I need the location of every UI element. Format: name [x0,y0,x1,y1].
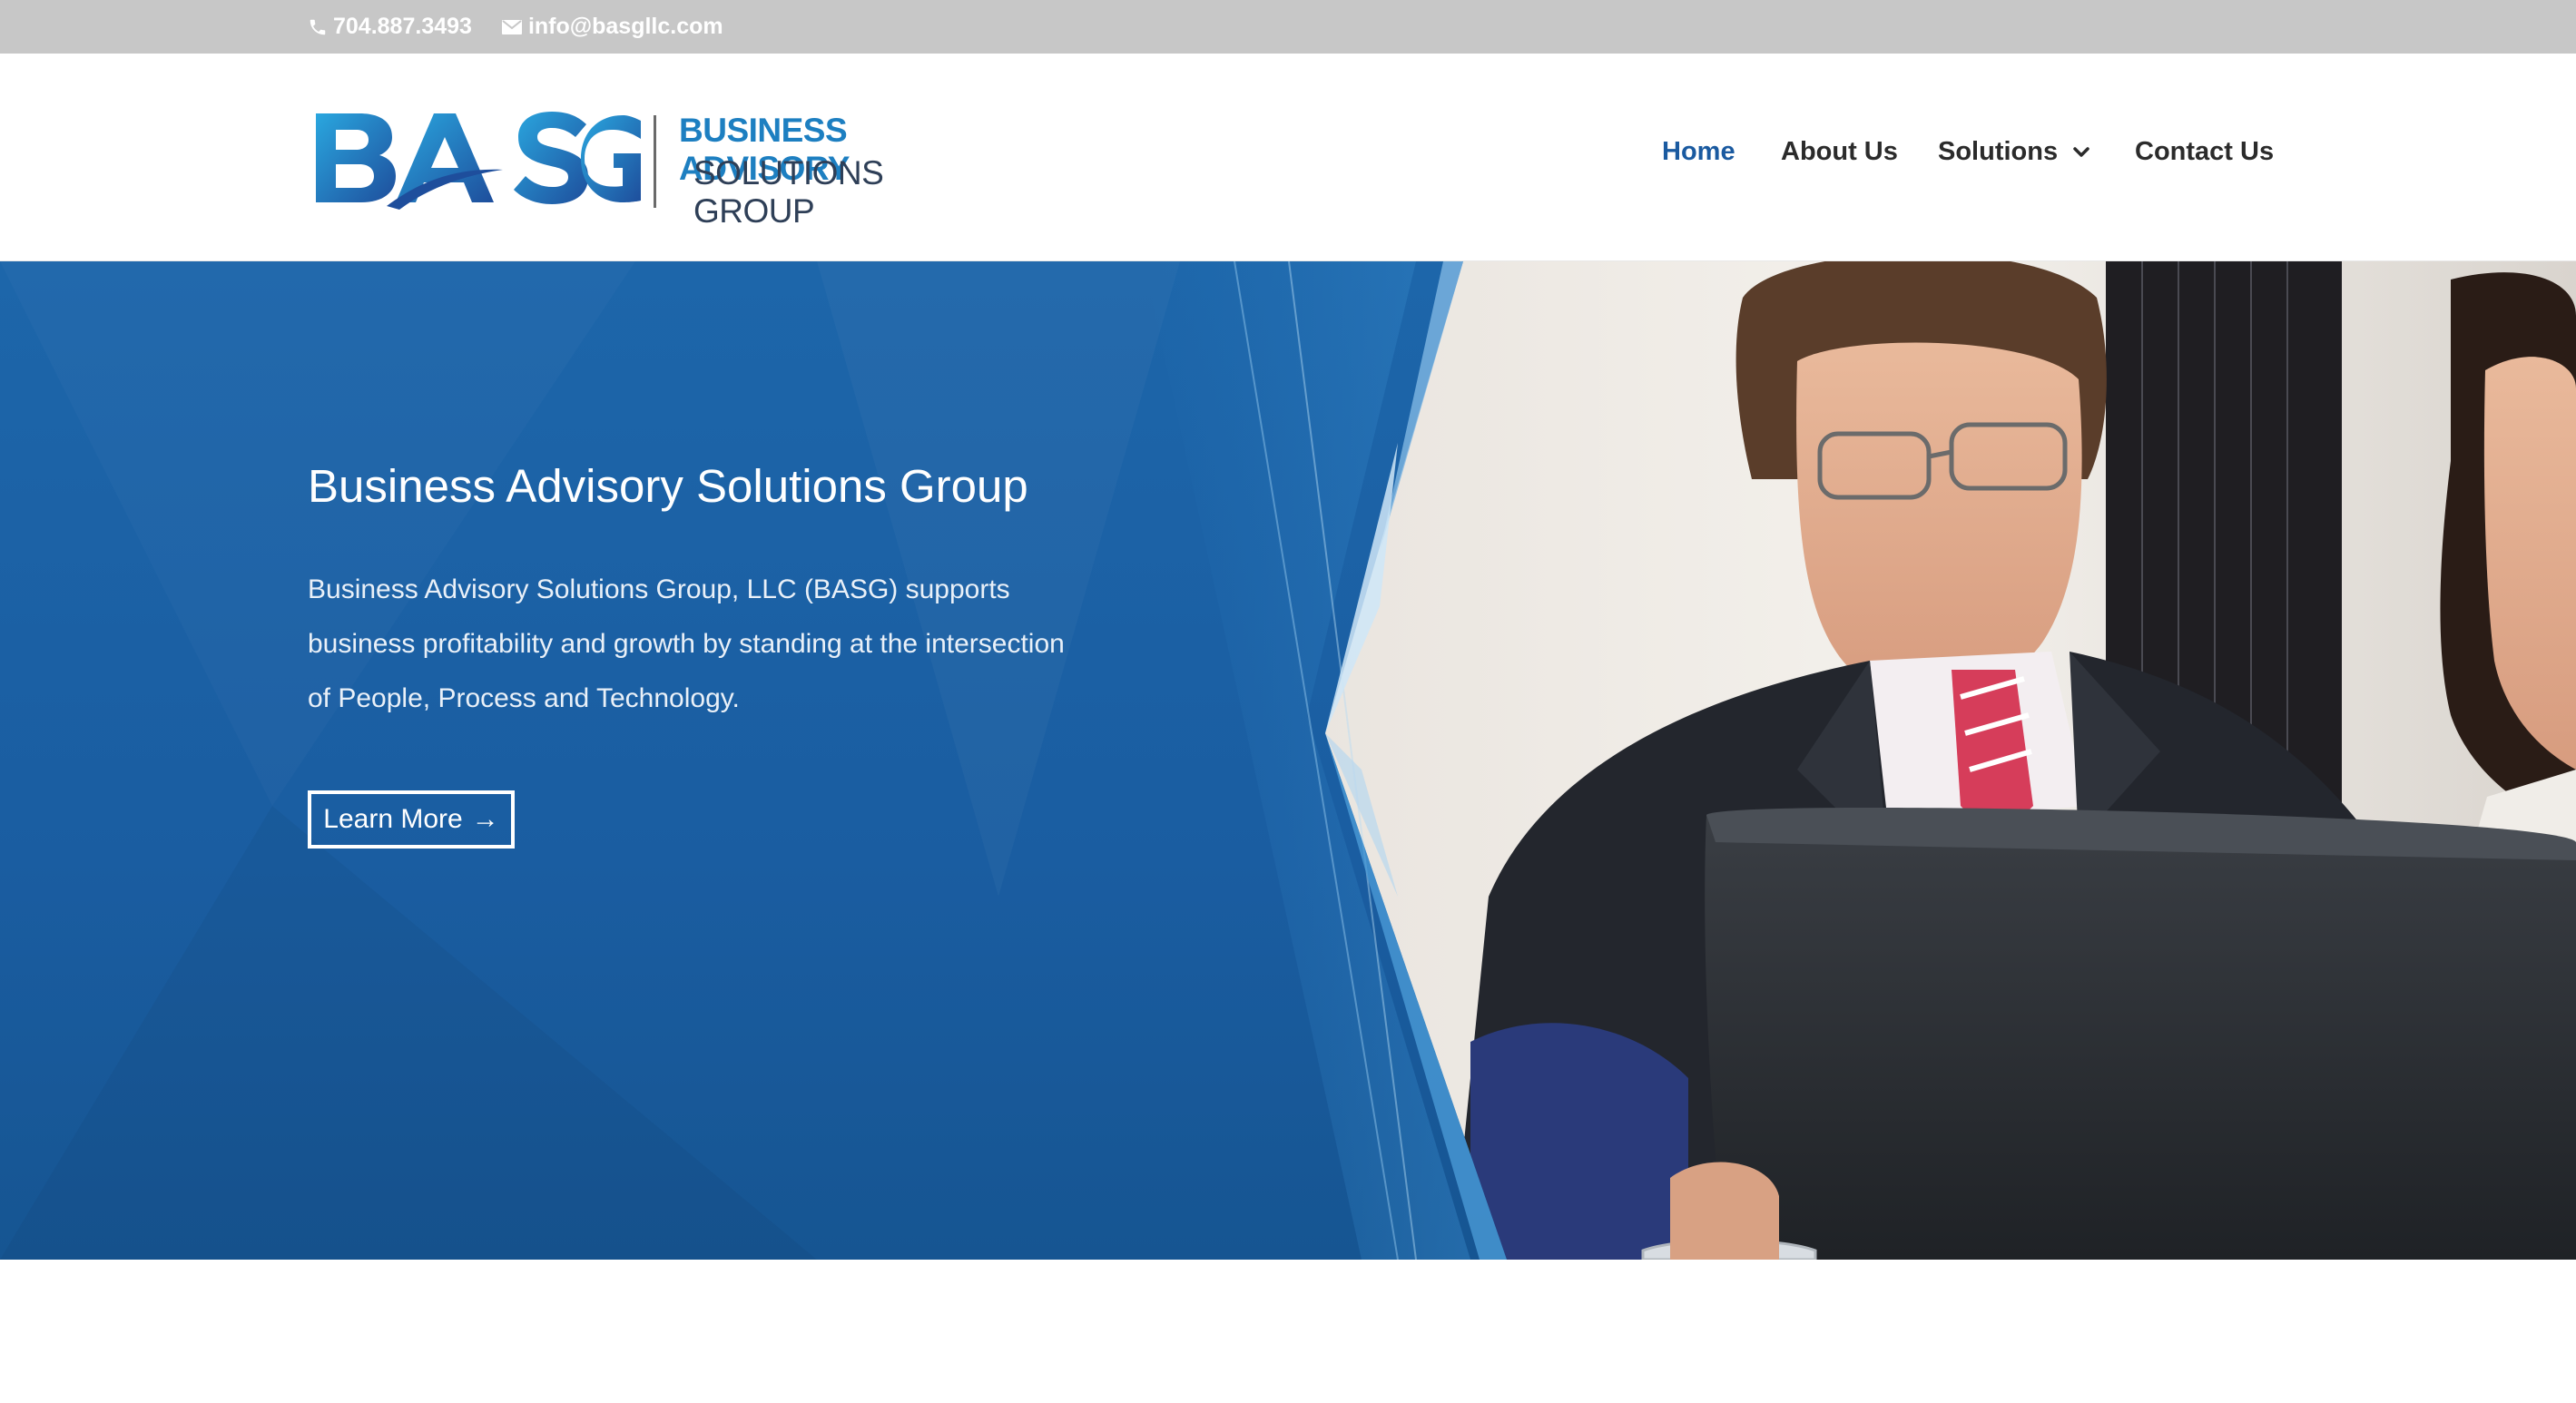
nav-item-contact-us[interactable]: Contact Us [2135,137,2274,167]
nav-item-home[interactable]: Home [1662,137,1735,167]
learn-more-button[interactable]: Learn More → [308,790,515,849]
hero-blue-panel [0,261,1507,1260]
hero-description-line: of People, Process and Technology. [308,683,740,713]
hero-section: Business Advisory Solutions Group Busine… [0,261,2576,1260]
arrow-right-icon: → [471,804,499,834]
phone-number: 704.887.3493 [333,14,472,39]
learn-more-label: Learn More [323,804,463,834]
topbar-email[interactable]: info@basgllc.com [501,14,723,40]
top-utility-bar: 704.887.3493 info@basgllc.com [0,0,2576,54]
logo-divider [654,115,656,208]
nav-item-about-us[interactable]: About Us [1781,137,1898,167]
hero-description: Business Advisory Solutions Group, LLC (… [308,563,1106,726]
hero-description-line: business profitability and growth by sta… [308,629,1065,659]
phone-icon [310,19,326,34]
site-logo[interactable]: BUSINESS ADVISORY SOLUTIONS GROUP [314,104,1004,230]
chevron-down-icon [2073,146,2089,157]
envelope-icon [501,19,522,34]
site-header: BUSINESS ADVISORY SOLUTIONS GROUP Home A… [0,54,2576,261]
nav-item-solutions[interactable]: Solutions [1938,137,2090,167]
topbar-contact-info: 704.887.3493 info@basgllc.com [308,0,752,54]
logo-text-line2: SOLUTIONS GROUP [693,154,884,230]
hero-description-line: Business Advisory Solutions Group, LLC (… [308,574,1010,604]
nav-item-solutions-label: Solutions [1938,137,2059,166]
page-content-start [0,1260,2576,1403]
email-address: info@basgllc.com [527,14,723,39]
hero-title: Business Advisory Solutions Group [308,460,1028,512]
logo-mark-graphic [316,112,641,210]
logo-mark [314,104,641,225]
topbar-phone[interactable]: 704.887.3493 [308,14,472,40]
